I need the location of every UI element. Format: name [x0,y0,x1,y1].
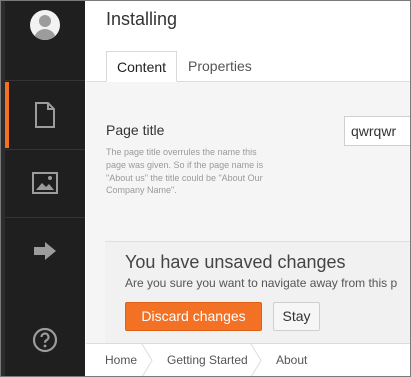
sidebar-item-redirect[interactable] [5,218,85,284]
sidebar-item-content[interactable] [5,82,85,148]
sidebar-item-help[interactable] [5,307,85,373]
breadcrumb-separator-icon [141,344,153,376]
discard-changes-button[interactable]: Discard changes [125,302,262,331]
sidebar-item-media[interactable] [5,150,85,216]
page-title-description: The page title overrules the name this p… [106,147,264,196]
page-title-label: Page title [106,122,165,138]
avatar-head [39,15,51,27]
help-icon [32,327,58,353]
main-panel: Installing Content Properties Page title… [86,1,410,376]
avatar-body [34,29,56,40]
dialog-title: You have unsaved changes [125,252,346,272]
page-title-input[interactable] [344,116,410,146]
page-header: Installing Content Properties [86,1,410,82]
page-title: Installing [106,9,178,29]
sidebar [1,1,85,376]
document-icon [35,102,55,128]
breadcrumb: Home Getting Started About [86,343,410,376]
breadcrumb-item-about[interactable]: About [276,344,307,376]
tab-properties[interactable]: Properties [178,51,262,81]
image-icon [32,172,58,194]
unsaved-changes-dialog: You have unsaved changes Are you sure yo… [105,241,410,343]
breadcrumb-separator-icon [250,344,262,376]
avatar[interactable] [30,10,60,40]
arrow-right-icon [34,242,56,260]
stay-button[interactable]: Stay [273,302,320,331]
breadcrumb-item-getting-started[interactable]: Getting Started [167,344,248,376]
tab-content[interactable]: Content [106,51,178,82]
breadcrumb-item-home[interactable]: Home [105,344,137,376]
dialog-message: Are you sure you want to navigate away f… [125,276,398,290]
app-window: Installing Content Properties Page title… [0,0,411,377]
sidebar-divider [5,80,85,81]
